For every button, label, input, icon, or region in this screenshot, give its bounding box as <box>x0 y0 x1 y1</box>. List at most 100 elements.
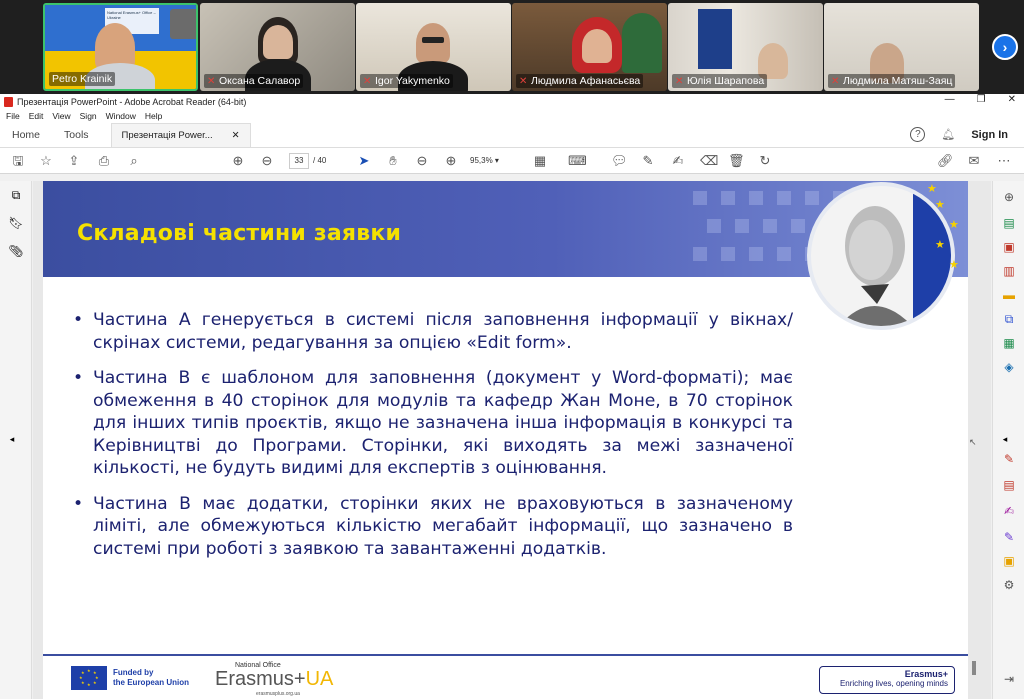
erasmus-tagline-box: Erasmus+ Enriching lives, opening minds <box>819 666 955 694</box>
erasmus-ua-site: erasmusplus.org.ua <box>256 691 300 697</box>
page-thumbnails-icon[interactable]: ⧉ <box>8 187 24 203</box>
collapse-left-panel-icon[interactable]: ◂ <box>4 431 20 447</box>
create-pdf-icon[interactable]: ▣ <box>1001 239 1017 255</box>
menu-file[interactable]: File <box>6 111 20 121</box>
find-icon[interactable]: ⌕ <box>126 153 142 169</box>
slide-footer: ★ ★ ★ ★ ★ ★ ★ ★ Funded by the European Union N… <box>43 654 968 699</box>
maximize-button[interactable]: ❐ <box>977 94 986 105</box>
sign-in-button[interactable]: Sign In <box>971 129 1008 141</box>
scan-ocr-icon[interactable]: ◈ <box>1001 359 1017 375</box>
more-tools-icon[interactable]: ⋯ <box>996 153 1012 169</box>
select-cursor-icon[interactable]: ➤ <box>356 153 372 169</box>
vertical-scrollbar[interactable] <box>972 661 976 675</box>
participant-tile[interactable]: National Erasmus+ Office – Ukraine Petro… <box>43 3 198 91</box>
close-button[interactable]: ✕ <box>1008 94 1016 105</box>
svg-text:★: ★ <box>81 670 85 675</box>
document-tab[interactable]: Презентація Power... ✕ <box>110 123 251 147</box>
hand-tool-icon[interactable]: ✋︎ <box>385 153 401 169</box>
bookmark-star-icon[interactable]: ☆ <box>38 153 54 169</box>
participant-tile[interactable]: ✕ Людмила Афанасьєва <box>512 3 667 91</box>
title-bar: Презентація PowerPoint - Adobe Acrobat R… <box>0 94 1024 109</box>
upload-icon[interactable]: ⇪ <box>66 153 82 169</box>
bookmarks-icon[interactable]: 🔖︎ <box>8 215 24 231</box>
organize-pages-icon[interactable]: ▦ <box>1001 335 1017 351</box>
highlight-pen-icon[interactable]: ✎ <box>640 153 656 169</box>
delete-icon[interactable]: 🗑︎ <box>728 153 745 169</box>
collapse-right-panel-icon[interactable]: ◂ <box>997 431 1013 447</box>
svg-text:★: ★ <box>79 675 83 680</box>
zoom-out-icon[interactable]: ⊖ <box>414 153 430 169</box>
stamp-icon[interactable]: ⌫ <box>700 153 718 169</box>
acrobat-logo-icon <box>4 96 13 107</box>
minimize-button[interactable]: — <box>945 94 955 105</box>
page-number-input[interactable]: 33 <box>289 153 309 169</box>
more-tools-icon[interactable]: ⚙︎ <box>1001 577 1017 593</box>
tab-tools[interactable]: Tools <box>52 129 101 147</box>
menu-edit[interactable]: Edit <box>29 111 44 121</box>
bullet-item: Частина В є шаблоном для заповнення (док… <box>73 367 793 480</box>
export-pdf-icon[interactable]: ▤ <box>1001 215 1017 231</box>
keyboard-icon[interactable]: ⌨ <box>568 153 587 169</box>
print-icon[interactable]: ⎙ <box>96 153 112 169</box>
request-signature-icon[interactable]: ✍︎ <box>1001 503 1017 519</box>
mouse-cursor-icon: ↖ <box>969 437 977 447</box>
attachments-icon[interactable]: 📎︎ <box>8 243 24 259</box>
menu-view[interactable]: View <box>52 111 70 121</box>
participant-tile[interactable]: ✕ Людмила Матяш-Заяц <box>824 3 979 91</box>
expand-panel-icon[interactable]: ⇥ <box>1001 671 1017 687</box>
next-page-icon[interactable]: ⊖ <box>259 153 275 169</box>
tab-home[interactable]: Home <box>0 129 52 147</box>
bullet-item: Частина В має додатки, сторінки яких не … <box>73 493 793 561</box>
window-title: Презентація PowerPoint - Adobe Acrobat R… <box>17 96 247 107</box>
participant-name: ✕ Людмила Афанасьєва <box>516 74 644 88</box>
zoom-in-icon[interactable]: ⊕ <box>443 153 459 169</box>
acrobat-window: Презентація PowerPoint - Adobe Acrobat R… <box>0 94 1024 699</box>
comment-tool-icon[interactable]: ▬ <box>1001 287 1017 303</box>
svg-text:★: ★ <box>935 238 945 251</box>
svg-text:★: ★ <box>87 668 91 673</box>
next-participants-button[interactable]: › <box>992 34 1018 60</box>
email-icon[interactable]: ✉ <box>966 153 982 169</box>
main-toolbar: 🖫︎ ☆ ⇪ ⎙ ⌕ ⊕ ⊖ 33 / 40 ➤ ✋︎ ⊖ ⊕ 95,3% ▾ … <box>0 148 1024 174</box>
slide-bullet-list: Частина А генерується в системі після за… <box>73 309 793 573</box>
participant-tile[interactable]: ✕ Юлія Шарапова <box>668 3 823 91</box>
combine-files-icon[interactable]: ⧉ <box>1001 311 1017 327</box>
participant-name: ✕ Igor Yakymenko <box>360 74 453 88</box>
document-viewport[interactable]: Складові частини заявки ★ ★ ★ ★ ★ • Част… <box>33 181 991 699</box>
zoom-level-dropdown[interactable]: 95,3% ▾ <box>470 153 518 169</box>
save-icon[interactable]: 🖫︎ <box>10 153 26 169</box>
edit-pdf-icon[interactable]: ▥ <box>1001 263 1017 279</box>
menu-bar: File Edit View Sign Window Help <box>0 109 1024 122</box>
comment-icon[interactable]: 💬︎ <box>611 153 628 169</box>
svg-text:★: ★ <box>87 682 91 687</box>
participant-tile[interactable]: ✕ Igor Yakymenko <box>356 3 511 91</box>
page-view-icon[interactable]: ▦ <box>532 153 548 169</box>
menu-window[interactable]: Window <box>106 111 136 121</box>
share-link-icon[interactable]: 🔗︎ <box>937 153 954 169</box>
protect-icon[interactable]: ▤ <box>1001 477 1017 493</box>
page-total: / 40 <box>313 156 327 165</box>
fill-sign-icon[interactable]: ✎ <box>1001 451 1017 467</box>
menu-help[interactable]: Help <box>145 111 162 121</box>
redact-icon[interactable]: ✎ <box>1001 529 1017 545</box>
glasses-icon <box>422 37 444 43</box>
slide-page: Складові частини заявки ★ ★ ★ ★ ★ • Част… <box>43 181 968 699</box>
svg-text:★: ★ <box>949 218 959 231</box>
menu-sign[interactable]: Sign <box>80 111 97 121</box>
rotate-icon[interactable]: ↻ <box>757 153 773 169</box>
draw-icon[interactable]: ✍︎ <box>670 153 686 169</box>
notification-bell-icon[interactable]: 🔔︎ <box>941 128 955 141</box>
chevron-right-icon: › <box>1002 39 1008 55</box>
svg-text:★: ★ <box>935 198 945 211</box>
svg-text:★: ★ <box>93 680 97 685</box>
help-icon[interactable]: ? <box>910 127 926 142</box>
close-tab-icon[interactable]: ✕ <box>232 130 240 141</box>
eu-flag-logo: ★ ★ ★ ★ ★ ★ ★ ★ <box>71 666 107 690</box>
mic-off-icon: ✕ <box>207 75 216 87</box>
mic-off-icon: ✕ <box>831 75 840 87</box>
compress-icon[interactable]: ▣ <box>1001 553 1017 569</box>
svg-text:★: ★ <box>949 258 959 271</box>
search-zoom-icon[interactable]: ⊕ <box>1001 189 1017 205</box>
participant-tile[interactable]: ✕ Оксана Салавор <box>200 3 355 91</box>
previous-page-icon[interactable]: ⊕ <box>230 153 246 169</box>
